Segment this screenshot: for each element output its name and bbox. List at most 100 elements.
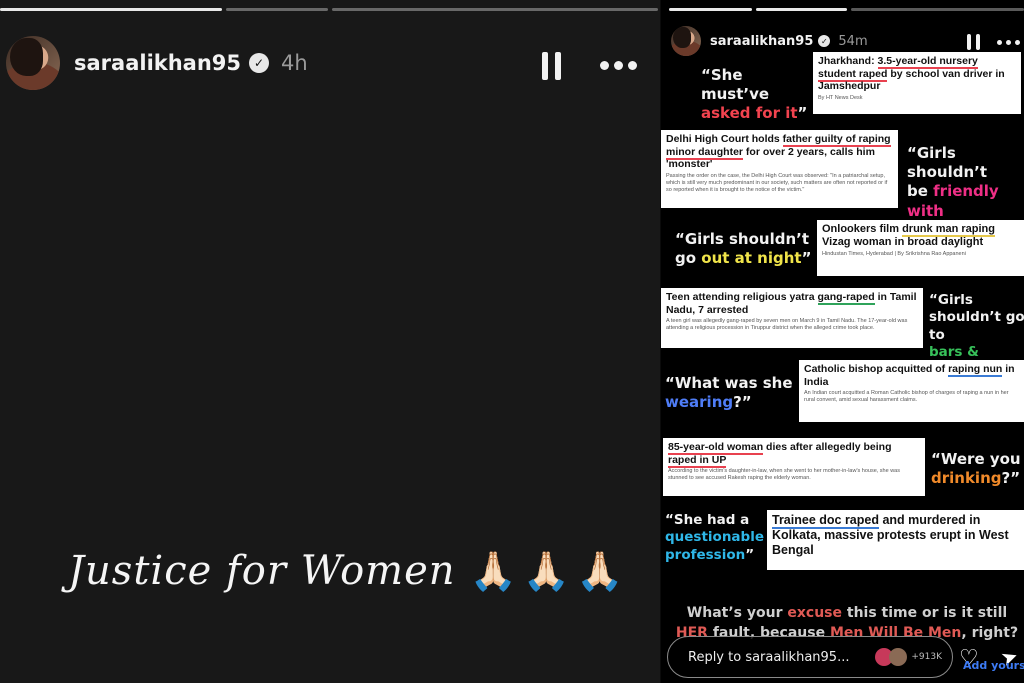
verified-badge-icon: ✓ [249,53,270,73]
news-headline: Jharkhand: 3.5-year-old nursery student … [818,55,1016,93]
news-headline-card: Onlookers film drunk man raping Vizag wo… [817,220,1024,276]
quote-segment: wearing [665,393,734,412]
quote-segment: “Were you [931,450,1021,468]
closing-segment: excuse [787,605,842,621]
quote-segment: go [675,249,702,268]
quote-line: “She must’ve [701,66,811,104]
closing-line-1: What’s your excuse this time or is it st… [667,604,1024,624]
quote-segment: be [907,182,934,201]
news-headline: Onlookers film drunk man raping Vizag wo… [822,223,1019,249]
headline-segment: Vizag woman in broad daylight [822,236,984,249]
quote-line: “Girls shouldn’t [675,230,825,249]
pause-icon[interactable] [967,34,980,50]
story-header: saraalikhan95 ✓ 4h [6,36,308,90]
quote-segment: questionable [665,529,764,546]
news-summary: A teen girl was allegedly gang-raped by … [666,318,908,332]
news-summary: According to the victim's daughter-in-la… [668,468,900,482]
news-headline: 85-year-old woman dies after allegedly b… [668,441,920,468]
quote-line: “Girls [929,292,1024,309]
more-options-icon[interactable] [997,40,1020,45]
closing-segment: , right? [961,624,1019,641]
excuse-quote: “What was she wearing?” [665,374,801,412]
quote-line: drinking?” [931,469,1024,488]
story-viewer-left[interactable]: saraalikhan95 ✓ 4h Justice for Women 🙏🏻 … [0,0,660,683]
closing-segment: What’s your [686,605,788,621]
emoji: 🙏🏻 [469,548,517,593]
quote-segment: ?” [733,393,752,412]
news-headline-card: Catholic bishop acquitted of raping nun … [799,360,1024,422]
quote-segment: out at night [701,249,802,268]
story-caption: Justice for Women 🙏🏻 🙏🏻 🙏🏻 [68,548,624,594]
quote-segment: “She must’ve [701,66,770,104]
story-progress-bar [669,8,1024,11]
quote-line: “Were you [931,450,1024,469]
quote-line: wearing?” [665,393,801,412]
news-summary: By HT News Desk [818,94,863,101]
excuse-quote: “Were you drinking?” [931,450,1024,488]
quote-segment: shouldn’t go to [929,309,1024,343]
news-headline-card: Delhi High Court holds father guilty of … [661,130,898,208]
quote-segment: asked for it [701,104,798,123]
quote-line: shouldn’t go to [929,309,1024,344]
username[interactable]: saraalikhan95 [710,34,813,49]
news-summary: Hindustan Times, Hyderabad | By Srikrish… [822,251,966,258]
reaction-count: +913K [911,652,942,662]
pause-icon[interactable] [542,52,561,80]
quote-segment: profession [665,546,746,563]
news-headline-card: Trainee doc raped and murdered in Kolkat… [767,510,1024,570]
quote-line: profession” [665,547,765,564]
quote-segment: “Girls [929,292,973,308]
news-headline: Teen attending religious yatra gang-rape… [666,291,918,316]
quote-line: “She had a [665,512,765,529]
quote-line: be friendly with [907,182,1024,220]
add-yours-button[interactable]: Add yours [963,659,1024,672]
progress-segment [0,8,222,11]
reply-input[interactable]: Reply to saraalikhan95... +913K [667,636,953,678]
headline-segment: Trainee doc raped [772,513,879,529]
avatar[interactable] [671,26,701,56]
headline-segment: gang-raped [817,291,875,305]
more-options-icon[interactable] [600,61,637,70]
news-headline-card: Jharkhand: 3.5-year-old nursery student … [813,52,1021,114]
headline-segment: Onlookers film [822,223,903,235]
caption-text: Justice for Women [68,548,456,594]
quote-line: “What was she [665,374,801,393]
progress-segment [850,8,1024,11]
headline-segment: raped in UP [668,453,727,468]
headline-segment: dies after allegedly being [763,441,892,453]
post-time: 54m [838,33,868,49]
news-headline-card: 85-year-old woman dies after allegedly b… [663,438,925,496]
verified-badge-icon: ✓ [818,35,831,47]
quote-segment: “She had a [665,512,750,528]
headline-segment: Jharkhand: [818,55,878,67]
avatar[interactable] [6,36,60,90]
headline-segment: Teen attending religious yatra [666,291,818,303]
username[interactable]: saraalikhan95 [74,51,241,75]
news-headline: Trainee doc raped and murdered in Kolkat… [772,513,1019,558]
progress-segment [332,8,658,11]
progress-segment [226,8,328,11]
news-headline: Delhi High Court holds father guilty of … [666,133,893,171]
headline-segment: Delhi High Court holds [666,133,783,145]
excuse-quote: “She had a questionable profession” [665,512,765,564]
excuse-quote: “She must’ve asked for it” [701,66,811,124]
progress-segment [755,8,847,11]
quote-line: questionable [665,529,765,546]
emoji: 🙏🏻 [576,548,624,593]
emoji: 🙏🏻 [522,548,571,593]
reply-placeholder[interactable]: Reply to saraalikhan95... [688,650,875,665]
quote-segment: ?” [1001,469,1021,488]
quote-segment: “Girls shouldn’t [675,230,810,248]
story-viewer-right[interactable]: saraalikhan95 ✓ 54m “She must’ve asked fo… [661,0,1024,683]
quote-segment: “Girls shouldn’t [907,144,988,182]
post-time: 4h [281,51,308,75]
headline-segment: drunk man raping [902,223,995,237]
news-summary: An Indian court acquitted a Roman Cathol… [804,390,1009,404]
headline-segment: raping nun [948,363,1003,377]
headline-segment: 85-year-old woman [668,441,764,455]
story-progress-bar [0,8,658,11]
quote-segment: “What was she [665,374,793,392]
quote-line: “Girls shouldn’t [907,144,1024,182]
news-summary: Passing the order on the case, the Delhi… [666,172,888,193]
reactions-summary[interactable]: +913K [875,648,942,666]
